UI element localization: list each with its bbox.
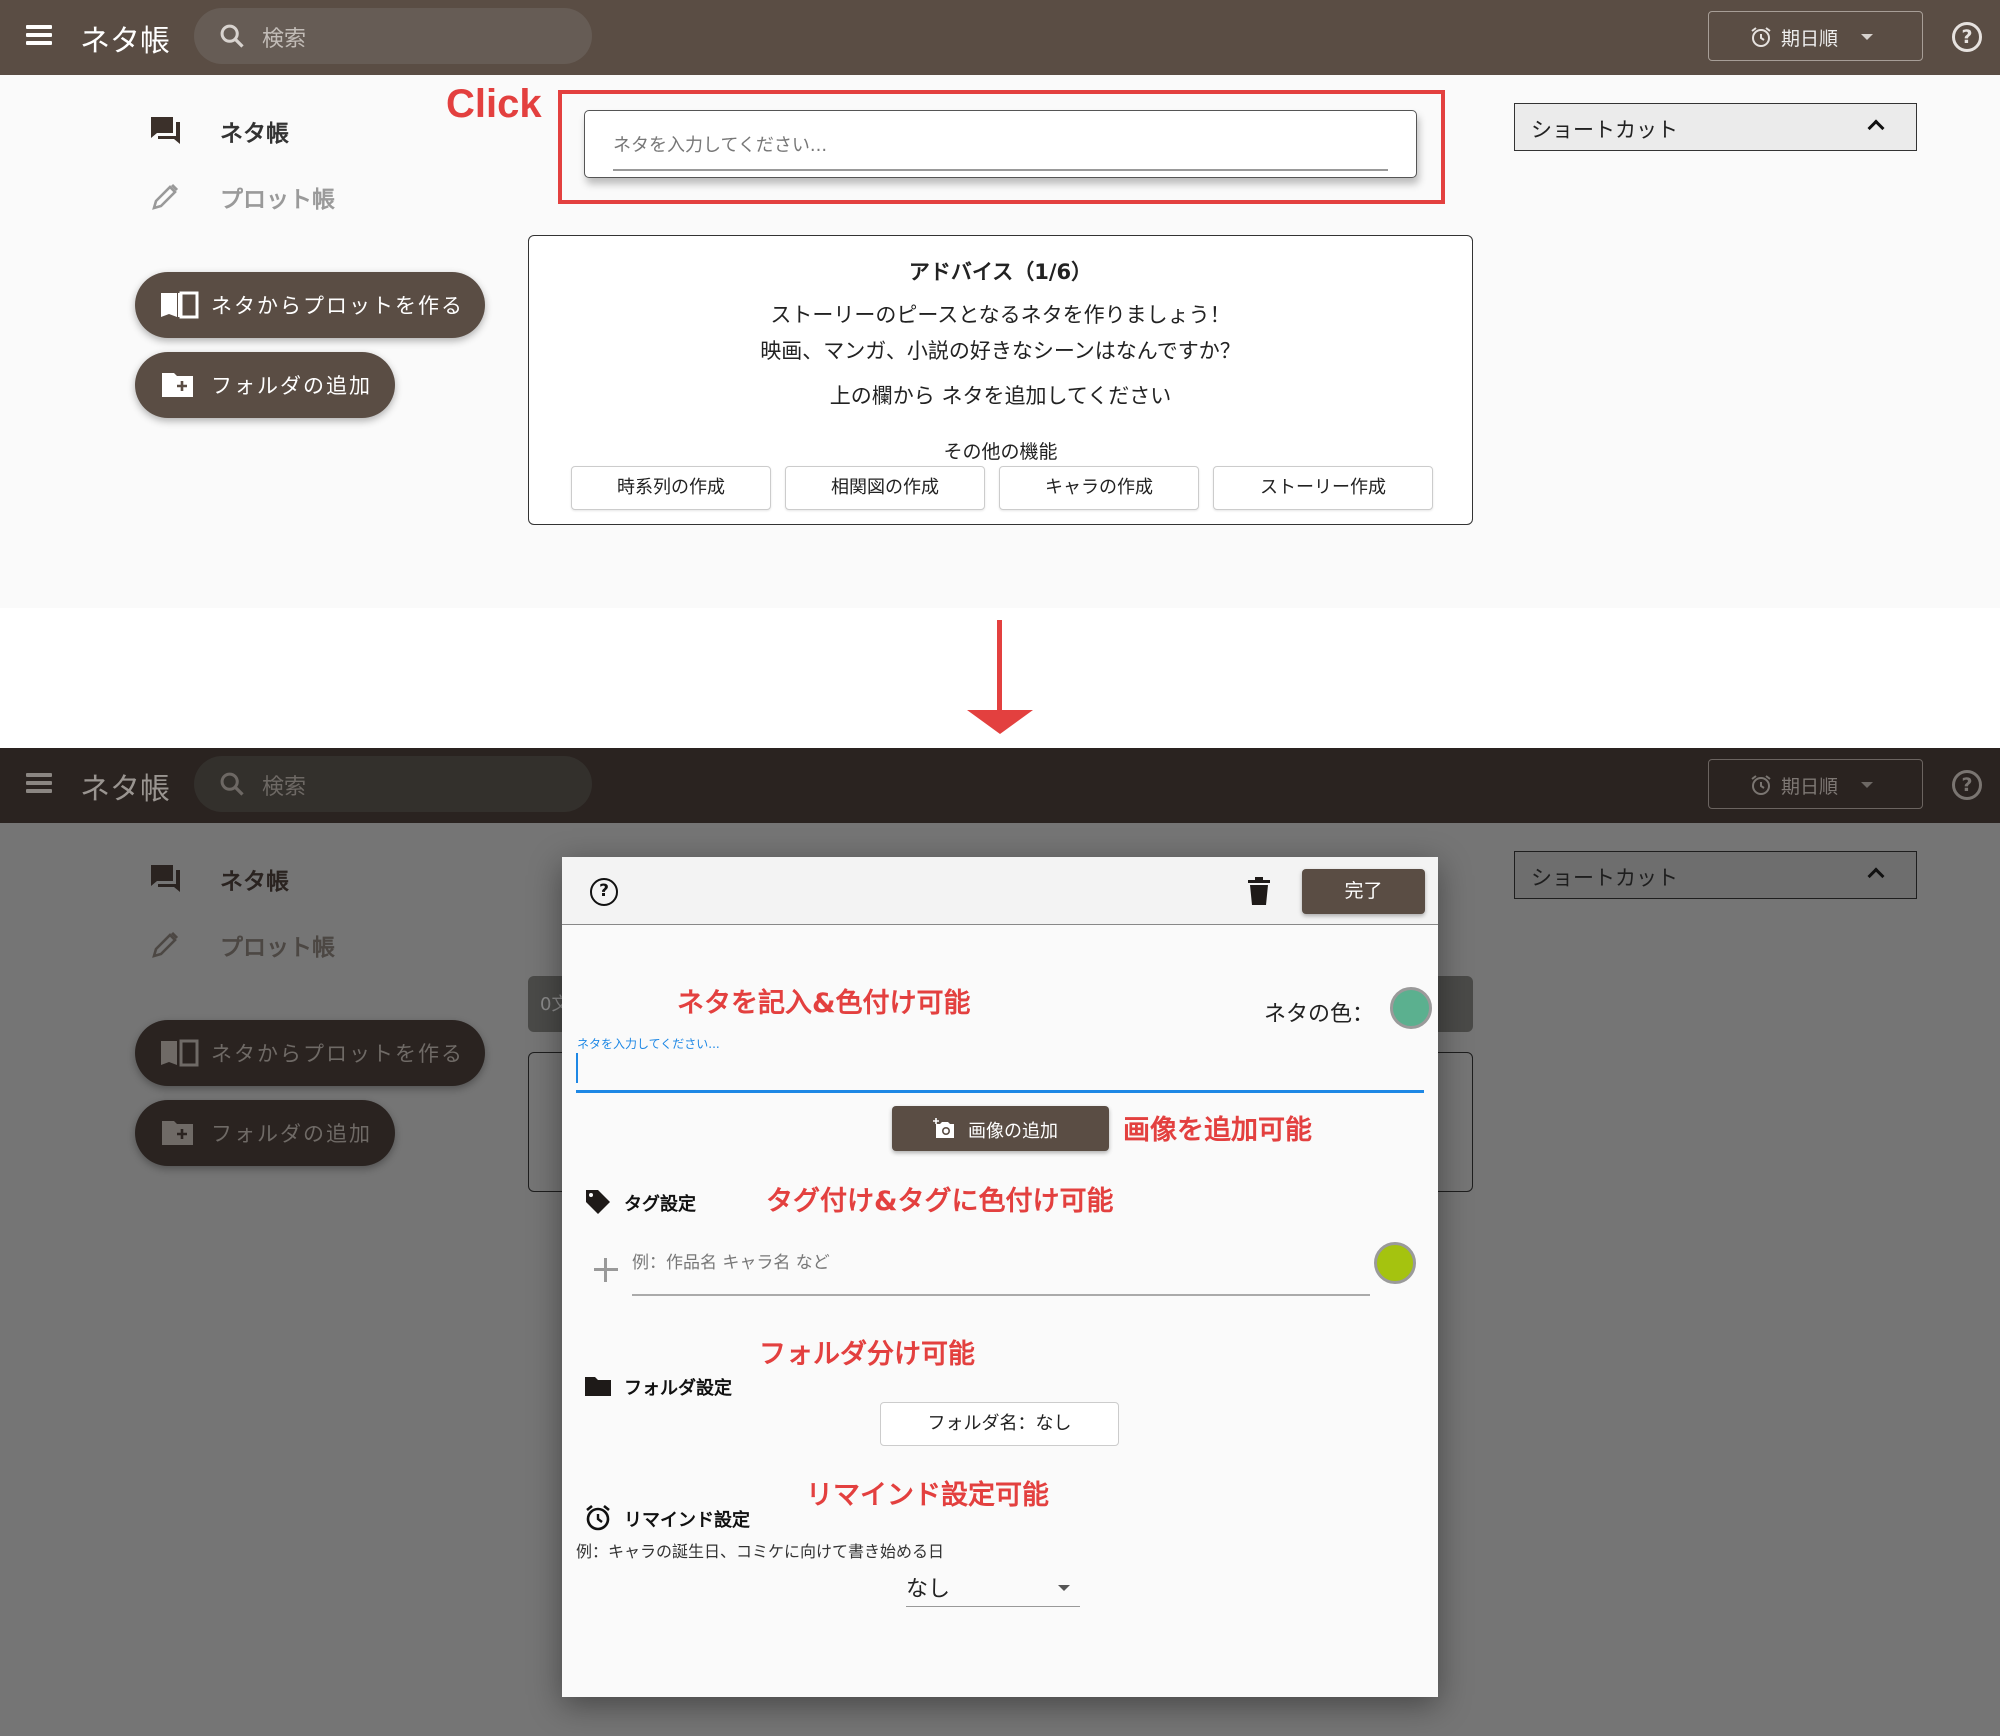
hamburger-menu-icon (26, 773, 52, 793)
add-image-button[interactable]: 画像の追加 (892, 1106, 1109, 1151)
hamburger-menu-icon[interactable] (26, 25, 52, 45)
trash-icon[interactable] (1248, 877, 1270, 905)
sidebar-label: プロット帳 (220, 935, 335, 961)
add-folder-button: フォルダの追加 (135, 1100, 395, 1166)
app-bar: ネタ帳 検索 期日順 ? (0, 0, 2000, 75)
story-button[interactable]: ストーリー作成 (1213, 466, 1433, 510)
neta-color-swatch[interactable] (1390, 987, 1432, 1029)
tag-color-swatch[interactable] (1374, 1242, 1416, 1284)
relationship-chart-button[interactable]: 相関図の作成 (785, 466, 985, 510)
create-plot-from-neta-button[interactable]: ネタからプロットを作る (135, 272, 485, 338)
shortcut-label: ショートカット (1531, 118, 1678, 142)
top-screen: ネタ帳 検索 期日順 ? ネタ帳 プロット帳 ネタからプロットを作る フォルダの… (0, 0, 2000, 608)
app-title: ネタ帳 (80, 24, 170, 59)
search-placeholder: 検索 (262, 27, 307, 52)
annotation-remind: リマインド設定可能 (806, 1480, 1049, 1511)
tag-section-label: タグ設定 (624, 1194, 696, 1215)
button-label: ネタからプロットを作る (211, 294, 464, 318)
app-bar: ネタ帳 検索 期日順 ? (0, 748, 2000, 823)
character-button[interactable]: キャラの作成 (999, 466, 1199, 510)
caret-down-icon (1861, 34, 1873, 40)
advice-title: アドバイス（1/6） (908, 260, 1093, 284)
alarm-clock-icon (1751, 775, 1771, 795)
pencil-icon (152, 931, 179, 958)
chevron-up-icon (1867, 867, 1885, 885)
create-plot-from-neta-button: ネタからプロットを作る (135, 1020, 485, 1086)
sort-label: 期日順 (1781, 776, 1839, 798)
caret-down-icon (1058, 1585, 1070, 1591)
down-arrow-icon (997, 620, 1002, 712)
neta-input[interactable]: ネタを入力してください... (584, 110, 1417, 178)
search-input[interactable]: 検索 (194, 8, 592, 64)
folder-plus-icon (162, 373, 193, 397)
annotation-folder: フォルダ分け可能 (759, 1339, 975, 1370)
neta-edit-dialog: ? 完了 ネタを記入&色付け可能 ネタの色： ネタを入力してください... 画像… (562, 857, 1438, 1697)
shortcut-panel-toggle[interactable]: ショートカット (1514, 103, 1917, 151)
folder-icon (585, 1377, 611, 1396)
down-arrow-head (967, 710, 1033, 734)
tag-input[interactable] (632, 1242, 1370, 1294)
annotation-tag: タグ付け&タグに色付け可能 (766, 1186, 1114, 1217)
folder-select-button[interactable]: フォルダ名：なし (880, 1402, 1119, 1446)
remind-section-label: リマインド設定 (624, 1510, 750, 1531)
neta-color-label: ネタの色： (1264, 1002, 1375, 1027)
add-photo-icon (933, 1118, 954, 1138)
help-icon[interactable]: ? (590, 878, 618, 906)
sort-dropdown: 期日順 (1708, 759, 1923, 809)
annotation-neta: ネタを記入&色付け可能 (677, 988, 971, 1019)
tag-input-underline (632, 1294, 1370, 1296)
chevron-up-icon (1867, 119, 1885, 137)
advice-line: 上の欄から ネタを追加してください (829, 384, 1172, 408)
tag-icon (586, 1190, 610, 1214)
neta-text-input[interactable] (576, 1047, 1424, 1091)
advice-line: 映画、マンガ、小説の好きなシーンはなんですか？ (760, 339, 1241, 363)
bottom-screen: ネタ帳 検索 期日順 ? ネタ帳 プロット帳 ネタからプロットを作る フォルダの… (0, 748, 2000, 1736)
sort-label: 期日順 (1781, 28, 1839, 50)
neta-input-underline (576, 1090, 1424, 1093)
sidebar-label: プロット帳 (220, 187, 335, 213)
neta-input-placeholder: ネタを入力してください... (613, 135, 828, 156)
dialog-toolbar: ? 完了 (562, 857, 1438, 925)
input-underline (613, 169, 1388, 171)
search-icon (220, 772, 244, 796)
shortcut-label: ショートカット (1531, 866, 1678, 890)
search-placeholder: 検索 (262, 775, 307, 800)
advice-line: ストーリーのピースとなるネタを作りましょう！ (770, 303, 1231, 327)
alarm-clock-icon (1751, 27, 1771, 47)
open-book-icon (161, 291, 199, 319)
alarm-clock-icon (586, 1504, 610, 1531)
chat-bubbles-icon (151, 117, 180, 144)
timeline-button[interactable]: 時系列の作成 (571, 466, 771, 510)
other-features-label: その他の機能 (943, 441, 1058, 463)
sidebar-label: ネタ帳 (220, 121, 289, 147)
search-input: 検索 (194, 756, 592, 812)
folder-section-label: フォルダ設定 (624, 1378, 732, 1399)
help-icon: ? (1952, 770, 1982, 800)
folder-plus-icon (162, 1121, 193, 1145)
button-label: フォルダの追加 (211, 374, 372, 398)
search-icon (220, 24, 244, 48)
annotation-image: 画像を追加可能 (1123, 1115, 1312, 1146)
remind-value: なし (906, 1577, 951, 1602)
click-annotation: Click (446, 82, 542, 126)
remind-select[interactable]: なし (906, 1567, 1080, 1607)
add-folder-button[interactable]: フォルダの追加 (135, 352, 395, 418)
shortcut-panel-toggle: ショートカット (1514, 851, 1917, 899)
add-tag-icon[interactable] (594, 1258, 618, 1282)
caret-down-icon (1861, 782, 1873, 788)
button-label: ネタからプロットを作る (211, 1042, 464, 1066)
app-title: ネタ帳 (80, 772, 170, 807)
done-button[interactable]: 完了 (1302, 869, 1425, 914)
button-label: 画像の追加 (968, 1121, 1058, 1142)
pencil-icon (152, 183, 179, 210)
sort-dropdown[interactable]: 期日順 (1708, 11, 1923, 61)
chat-bubbles-icon (151, 865, 180, 892)
open-book-icon (161, 1039, 199, 1067)
sidebar-label: ネタ帳 (220, 869, 289, 895)
button-label: フォルダの追加 (211, 1122, 372, 1146)
remind-hint: 例：キャラの誕生日、コミケに向けて書き始める日 (576, 1542, 945, 1561)
advice-card: アドバイス（1/6） ストーリーのピースとなるネタを作りましょう！ 映画、マンガ… (528, 235, 1473, 525)
help-icon[interactable]: ? (1952, 22, 1982, 52)
